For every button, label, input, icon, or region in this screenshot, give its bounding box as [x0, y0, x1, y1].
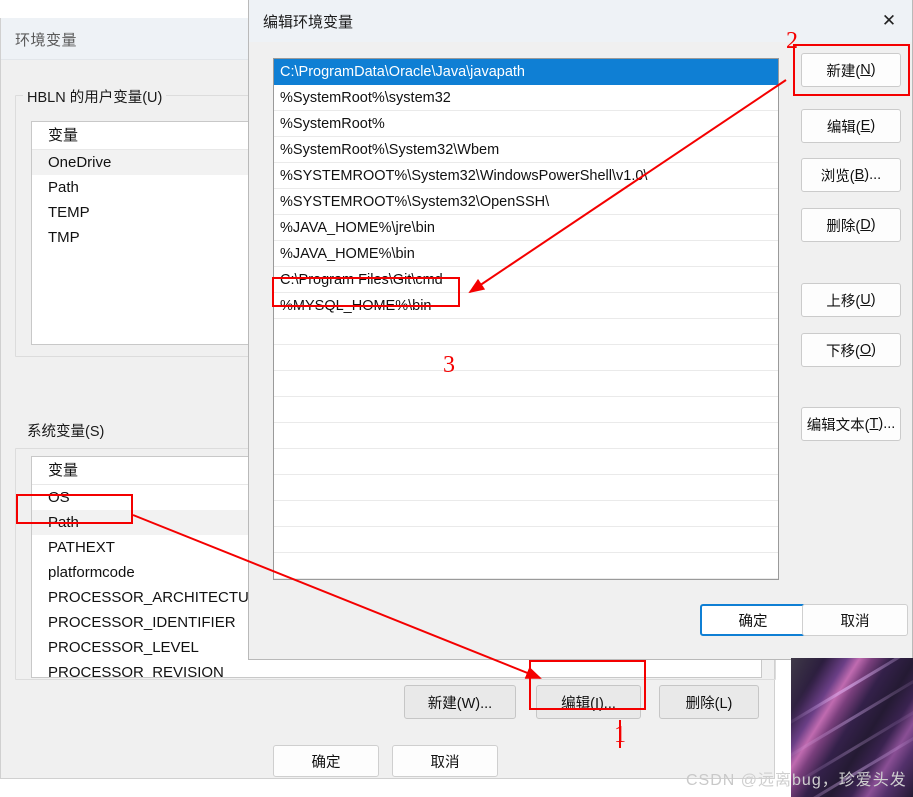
dialog-title: 编辑环境变量: [263, 14, 354, 31]
path-entry[interactable]: %SystemRoot%\system32: [274, 85, 778, 111]
move-down-button[interactable]: 下移(O): [801, 333, 901, 367]
path-entry-selected[interactable]: C:\ProgramData\Oracle\Java\javapath: [274, 59, 778, 85]
dialog-ok-button[interactable]: 确定: [700, 604, 806, 636]
path-entries-list[interactable]: C:\ProgramData\Oracle\Java\javapath %Sys…: [273, 58, 779, 580]
path-entry-empty[interactable]: [274, 423, 778, 449]
list-item[interactable]: PROCESSOR_REVISION: [32, 660, 761, 677]
path-entry-empty[interactable]: [274, 501, 778, 527]
edit-system-variable-button[interactable]: 编辑(I)...: [536, 685, 641, 719]
edit-environment-variable-dialog: 编辑环境变量 ✕ C:\ProgramData\Oracle\Java\java…: [248, 0, 913, 660]
new-path-suffix: ): [870, 62, 876, 78]
watermark: CSDN @远离bug，珍爱头发: [686, 766, 907, 790]
edit-path-mnemonic: E: [860, 118, 871, 134]
edit-text-suffix: )...: [878, 416, 896, 432]
user-variables-group-label: HBLN 的用户变量(U): [23, 86, 167, 107]
browse-path-suffix: )...: [864, 167, 882, 183]
edit-text-mnemonic: T: [869, 416, 879, 432]
dialog-cancel-button[interactable]: 取消: [802, 604, 908, 636]
path-entry-empty[interactable]: [274, 319, 778, 345]
edit-path-button[interactable]: 编辑(E): [801, 109, 901, 143]
new-path-button-label: 新建(: [826, 63, 861, 80]
move-down-mnemonic: O: [859, 342, 872, 358]
background-ok-button[interactable]: 确定: [273, 745, 379, 777]
path-entry[interactable]: %SYSTEMROOT%\System32\WindowsPowerShell\…: [274, 163, 778, 189]
system-variables-group-label: 系统变量(S): [23, 420, 109, 441]
close-icon[interactable]: ✕: [866, 0, 912, 42]
new-path-button[interactable]: 新建(N): [801, 53, 901, 87]
move-down-suffix: ): [871, 342, 876, 358]
move-up-mnemonic: U: [860, 292, 871, 308]
path-entry-empty[interactable]: [274, 397, 778, 423]
path-entry-empty[interactable]: [274, 371, 778, 397]
browse-path-button-label: 浏览(: [820, 168, 855, 185]
path-entry[interactable]: %JAVA_HOME%\bin: [274, 241, 778, 267]
delete-path-suffix: ): [870, 217, 876, 233]
edit-text-button-label: 编辑文本(: [806, 417, 870, 434]
path-entry[interactable]: C:\Program Files\Git\cmd: [274, 267, 778, 293]
browse-path-button[interactable]: 浏览(B)...: [801, 158, 901, 192]
path-entry[interactable]: %SystemRoot%: [274, 111, 778, 137]
background-cancel-button[interactable]: 取消: [392, 745, 498, 777]
browse-path-mnemonic: B: [854, 167, 865, 183]
new-path-mnemonic: N: [860, 62, 871, 78]
delete-system-variable-button[interactable]: 删除(L): [659, 685, 759, 719]
path-entry-empty[interactable]: [274, 345, 778, 371]
delete-path-mnemonic: D: [860, 217, 871, 233]
move-up-suffix: ): [870, 292, 876, 308]
path-entry-empty[interactable]: [274, 527, 778, 553]
path-entry-empty[interactable]: [274, 449, 778, 475]
path-entry-empty[interactable]: [274, 475, 778, 501]
move-down-button-label: 下移(: [826, 343, 860, 360]
background-window-title: 环境变量: [15, 32, 78, 49]
path-entry[interactable]: %JAVA_HOME%\jre\bin: [274, 215, 778, 241]
path-entry[interactable]: %SystemRoot%\System32\Wbem: [274, 137, 778, 163]
path-entry-mysql[interactable]: %MYSQL_HOME%\bin: [274, 293, 778, 319]
path-entry[interactable]: %SYSTEMROOT%\System32\OpenSSH\: [274, 189, 778, 215]
edit-path-suffix: ): [870, 118, 876, 134]
delete-path-button[interactable]: 删除(D): [801, 208, 901, 242]
watermark-text: @远离bug，珍爱头发: [740, 772, 907, 789]
move-up-button-label: 上移(: [826, 293, 861, 310]
edit-path-button-label: 编辑(: [826, 119, 861, 136]
new-system-variable-button[interactable]: 新建(W)...: [404, 685, 516, 719]
path-entry-empty[interactable]: [274, 553, 778, 579]
delete-path-button-label: 删除(: [826, 218, 861, 235]
watermark-prefix: CSDN: [686, 772, 741, 789]
edit-text-button[interactable]: 编辑文本(T)...: [801, 407, 901, 441]
move-up-button[interactable]: 上移(U): [801, 283, 901, 317]
